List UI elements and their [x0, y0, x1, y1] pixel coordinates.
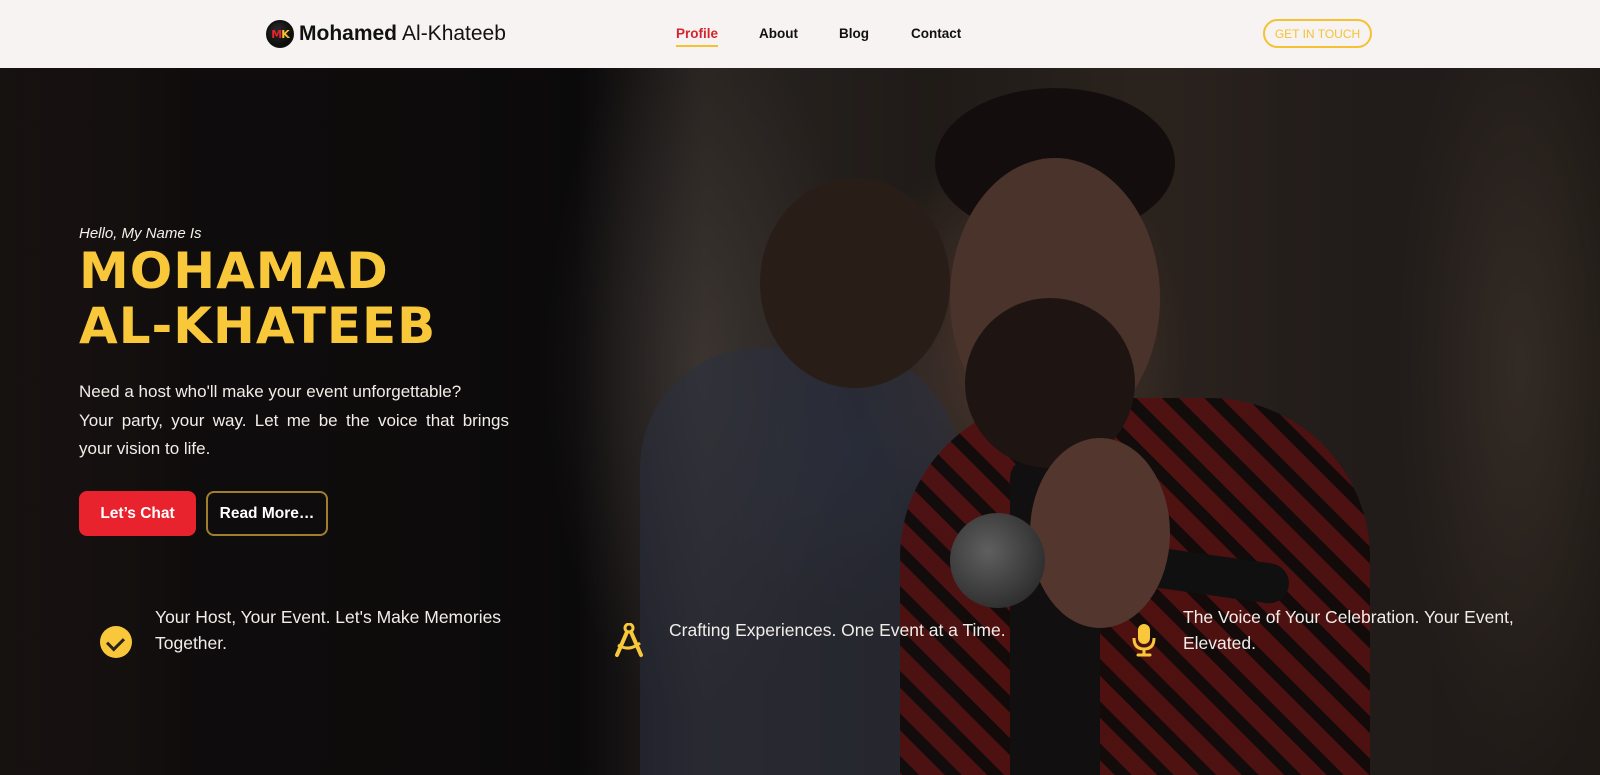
hero-section: Hello, My Name Is MOHAMAD AL-KHATEEB Nee…: [0, 68, 1600, 775]
top-navbar: MK Mohamed Al-Khateeb Profile About Blog…: [0, 0, 1600, 68]
logo-first-name: Mohamed: [299, 22, 398, 45]
lets-chat-button[interactable]: Let’s Chat: [79, 491, 196, 536]
tagline-line2: Your party, your way. Let me be the voic…: [79, 410, 509, 430]
hero-name: MOHAMAD AL-KHATEEB: [79, 244, 599, 354]
nav-label-profile: Profile: [676, 26, 719, 41]
logo-badge: MK: [266, 20, 294, 48]
nav-link-about[interactable]: About: [759, 26, 798, 41]
feature-text: Your Host, Your Event. Let's Make Memori…: [155, 604, 535, 656]
logo-initial-k: K: [281, 27, 289, 41]
hero-intro: Hello, My Name Is: [79, 225, 202, 242]
feature-text-line2: Together.: [155, 633, 227, 653]
site-logo[interactable]: MK Mohamed Al-Khateeb: [266, 19, 506, 49]
tagline-line1: Need a host who'll make your event unfor…: [79, 382, 462, 401]
nav-link-profile[interactable]: Profile: [676, 26, 719, 47]
microphone-icon: [1132, 624, 1156, 657]
hero-name-line2: AL-KHATEEB: [79, 297, 437, 355]
nav-link-contact[interactable]: Contact: [911, 26, 961, 41]
hero-name-line1: MOHAMAD: [79, 242, 389, 300]
active-nav-underline: [676, 45, 719, 47]
feature-text-line2: Elevated.: [1183, 633, 1256, 653]
get-in-touch-button[interactable]: GET IN TOUCH: [1263, 19, 1372, 48]
drafting-compass-icon: [615, 623, 643, 657]
nav-link-blog[interactable]: Blog: [839, 26, 869, 41]
logo-last-name: Al-Khateeb: [402, 22, 506, 45]
feature-text-line1: Crafting Experiences. One Event at a Tim…: [669, 620, 1006, 640]
tagline-line3: your vision to life.: [79, 439, 211, 458]
logo-initial-m: M: [271, 27, 282, 41]
feature-text: The Voice of Your Celebration. Your Even…: [1183, 604, 1563, 656]
check-circle-icon: [100, 626, 132, 658]
feature-text-line1: Your Host, Your Event. Let's Make Memori…: [155, 607, 502, 627]
hero-tagline: Need a host who'll make your event unfor…: [79, 378, 509, 464]
read-more-button[interactable]: Read More…: [206, 491, 328, 536]
feature-text: Crafting Experiences. One Event at a Tim…: [669, 617, 1089, 643]
feature-text-line1: The Voice of Your Celebration. Your Even…: [1183, 607, 1514, 627]
